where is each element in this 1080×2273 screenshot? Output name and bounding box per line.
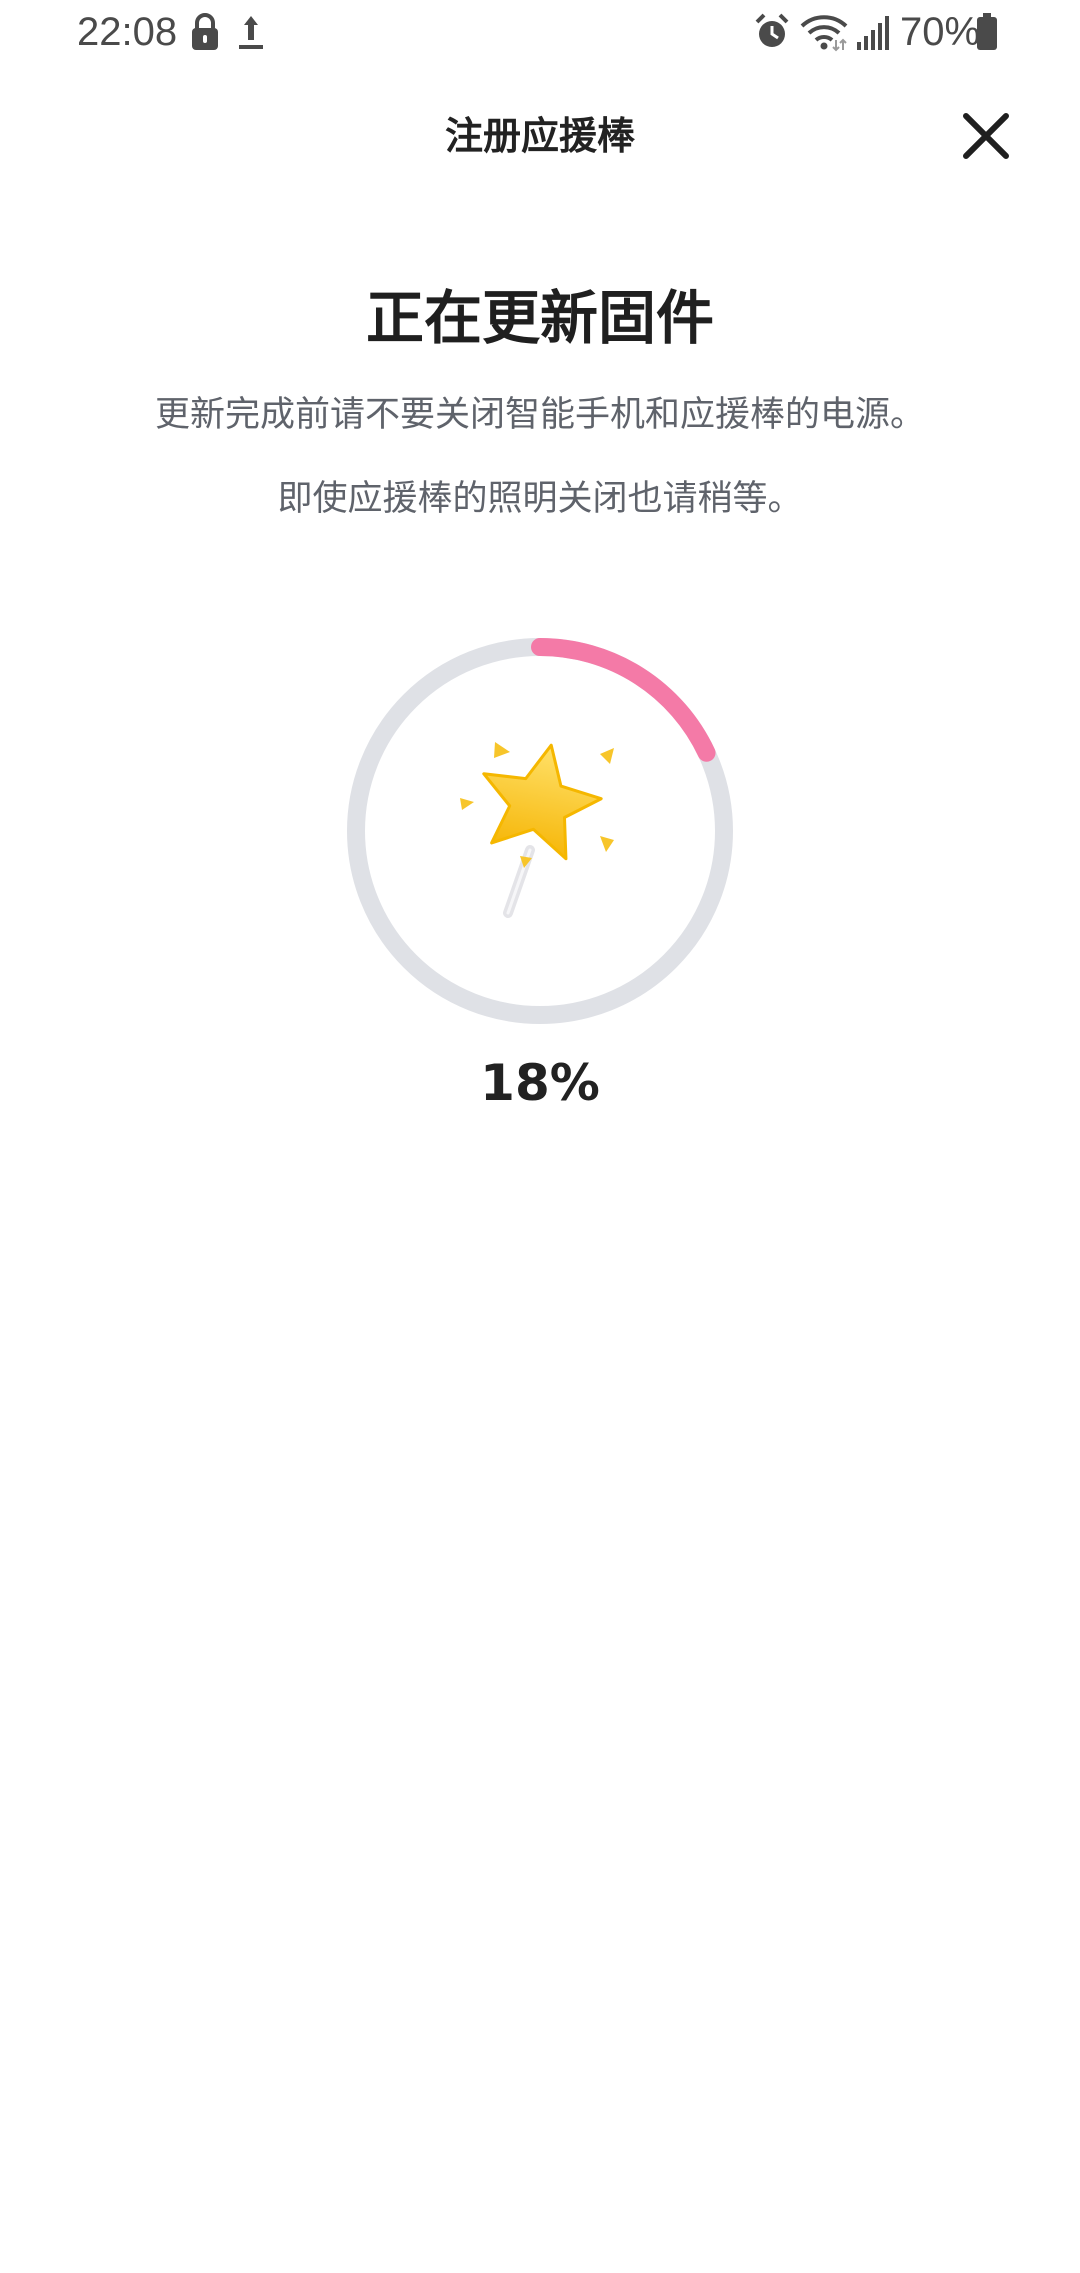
- update-description-line2: 即使应援棒的照明关闭也请稍等。: [277, 479, 803, 519]
- alarm-icon: [755, 13, 789, 47]
- upload-icon: [239, 16, 263, 49]
- page-title: 注册应援棒: [444, 114, 635, 158]
- progress-percent: 18%: [480, 1054, 600, 1112]
- signal-icon: [857, 16, 889, 50]
- battery-icon: [977, 13, 997, 50]
- star-wand-icon: [460, 742, 614, 918]
- update-title: 正在更新固件: [365, 284, 714, 352]
- wifi-icon: [800, 15, 848, 52]
- app-header: 注册应援棒: [0, 96, 1080, 176]
- battery-percentage: 70%: [900, 10, 981, 54]
- status-bar: 22:08 70%: [0, 0, 1080, 64]
- lock-icon: [192, 13, 218, 50]
- close-icon[interactable]: [952, 102, 1020, 170]
- status-time: 22:08: [77, 10, 178, 54]
- update-description-line1: 更新完成前请不要关闭智能手机和应援棒的电源。: [154, 395, 925, 435]
